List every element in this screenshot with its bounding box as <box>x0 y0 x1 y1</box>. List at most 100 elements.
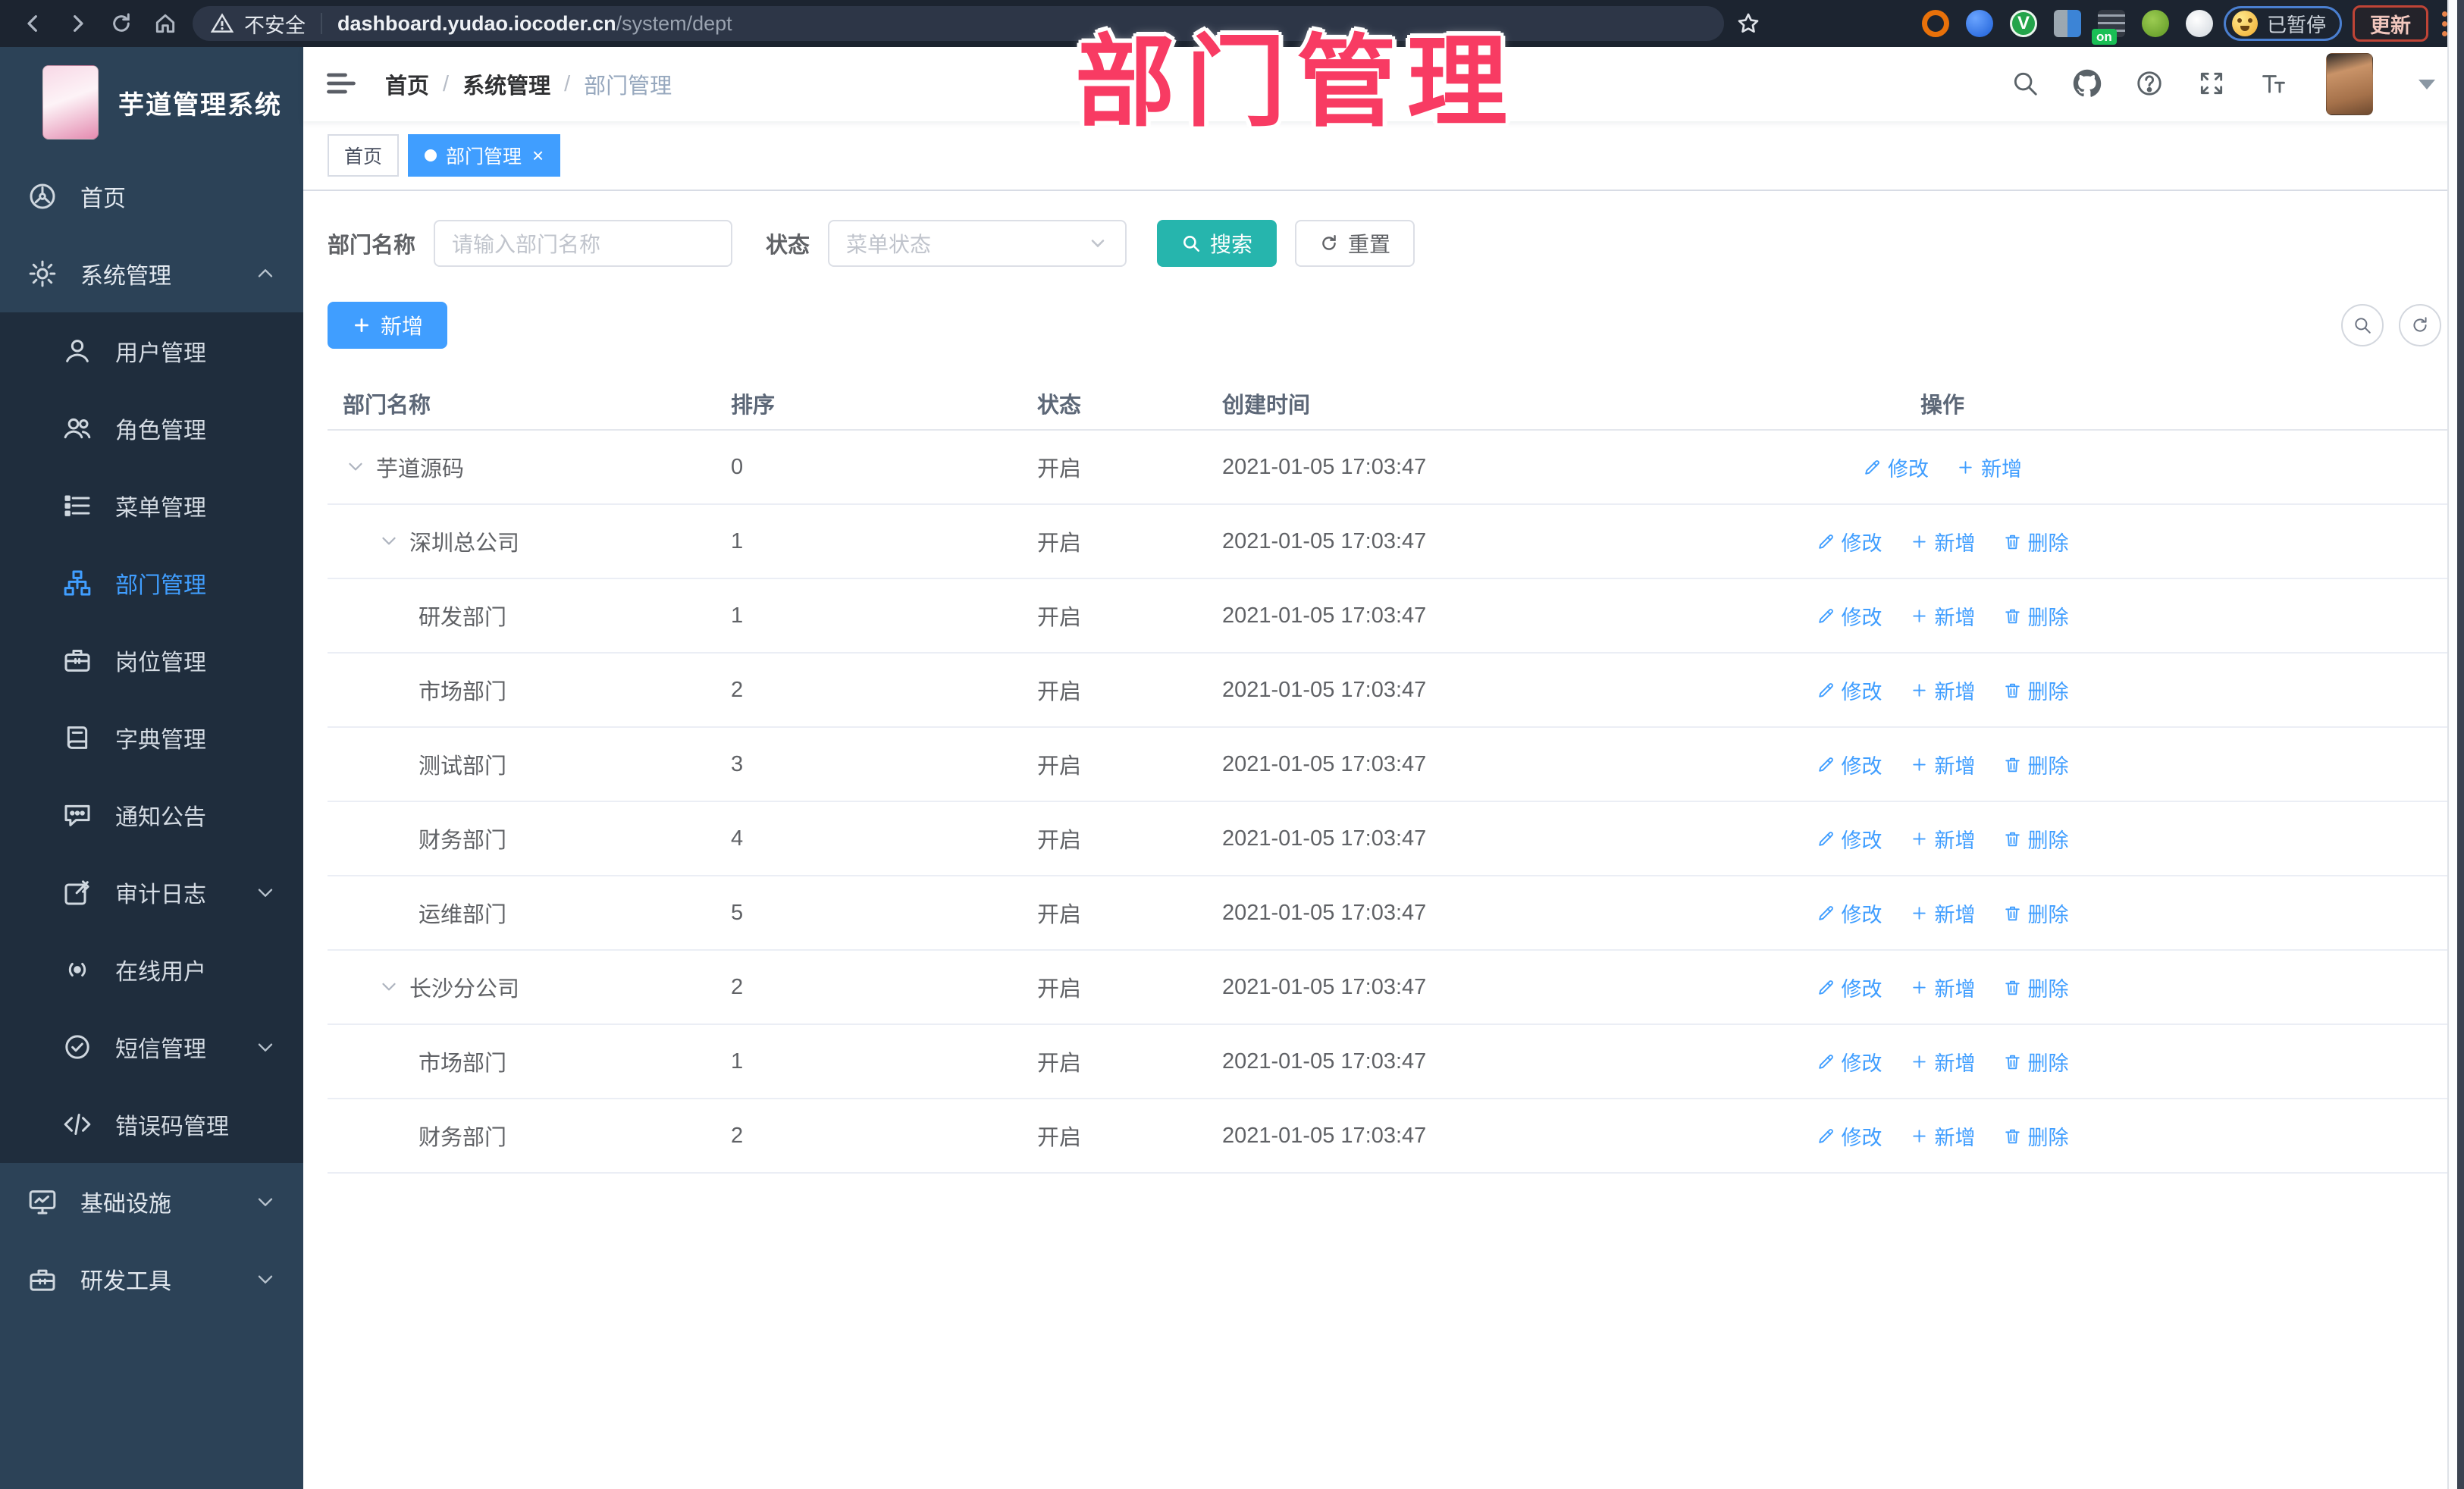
extension-green-check-icon[interactable]: V <box>2009 10 2037 37</box>
search-circle-icon[interactable] <box>2341 304 2384 346</box>
search-icon[interactable] <box>2011 69 2041 99</box>
sidebar-item-错误码管理[interactable]: 错误码管理 <box>0 1086 303 1163</box>
add-action-link[interactable]: 新增 <box>1910 898 1976 928</box>
delete-action-link[interactable]: 删除 <box>2003 1047 2069 1077</box>
edit-action-link[interactable]: 修改 <box>1817 527 1882 556</box>
delete-action-link[interactable]: 删除 <box>2003 601 2069 631</box>
breadcrumb-item[interactable]: 系统管理 <box>462 68 550 100</box>
search-button[interactable]: 搜索 <box>1157 220 1277 267</box>
sidebar-item-用户管理[interactable]: 用户管理 <box>0 312 303 390</box>
sidebar-item-角色管理[interactable]: 角色管理 <box>0 390 303 467</box>
add-action-link[interactable]: 新增 <box>1956 453 2022 482</box>
sidebar-item-审计日志[interactable]: 审计日志 <box>0 854 303 931</box>
edit-action-link[interactable]: 修改 <box>1817 1047 1882 1077</box>
close-icon[interactable]: × <box>532 146 544 165</box>
extension-paw-icon[interactable] <box>2185 10 2213 37</box>
app-logo[interactable]: 芋道管理系统 <box>0 47 303 158</box>
user-caret-icon[interactable] <box>2419 79 2435 89</box>
edit-action-link[interactable]: 修改 <box>1817 973 1882 1002</box>
sidebar-item-基础设施[interactable]: 基础设施 <box>0 1163 303 1240</box>
reload-icon[interactable] <box>105 7 138 40</box>
add-button[interactable]: 新增 <box>328 302 448 349</box>
sms-icon <box>62 1032 92 1062</box>
extension-notes-icon[interactable]: on <box>2091 10 2125 45</box>
delete-action-link[interactable]: 删除 <box>2003 527 2069 556</box>
created-time-cell: 2021-01-05 17:03:47 <box>1222 751 1427 776</box>
edit-icon <box>1817 681 1835 700</box>
expand-arrow-icon[interactable] <box>378 975 402 999</box>
edit-action-link[interactable]: 修改 <box>1817 601 1882 631</box>
sidebar-item-系统管理[interactable]: 系统管理 <box>0 235 303 312</box>
github-icon[interactable] <box>2073 69 2103 99</box>
edit-action-link[interactable]: 修改 <box>1817 824 1882 854</box>
dept-name-cell: 长沙分公司 <box>328 971 716 1003</box>
browser-menu-icon[interactable] <box>2442 11 2447 36</box>
delete-action-link[interactable]: 删除 <box>2003 676 2069 705</box>
plus-icon <box>1910 978 1929 997</box>
update-label: 更新 <box>2370 14 2411 37</box>
fullscreen-icon[interactable] <box>2197 69 2227 99</box>
hamburger-icon[interactable] <box>324 67 359 102</box>
back-icon[interactable] <box>17 7 50 40</box>
sidebar-item-字典管理[interactable]: 字典管理 <box>0 699 303 776</box>
sidebar-item-首页[interactable]: 首页 <box>0 158 303 235</box>
status-select[interactable]: 菜单状态 <box>828 220 1127 267</box>
expand-arrow-icon[interactable] <box>344 455 368 479</box>
add-action-link[interactable]: 新增 <box>1910 1121 1976 1151</box>
breadcrumb-item[interactable]: 首页 <box>385 68 429 100</box>
user-avatar[interactable] <box>2326 53 2373 115</box>
home-icon[interactable] <box>149 7 182 40</box>
delete-action-link[interactable]: 删除 <box>2003 750 2069 779</box>
scrollbar-thumb[interactable] <box>2457 0 2464 1489</box>
tab-首页[interactable]: 首页 <box>328 134 400 177</box>
table-row: 测试部门 3 开启 2021-01-05 17:03:47 修改 新增 删除 <box>328 728 2447 802</box>
dept-name-cell: 运维部门 <box>328 897 716 929</box>
edit-action-link[interactable]: 修改 <box>1817 898 1882 928</box>
window-scrollbar[interactable] <box>2447 0 2464 1489</box>
sidebar-item-部门管理[interactable]: 部门管理 <box>0 544 303 622</box>
help-icon[interactable] <box>2135 69 2165 99</box>
edit-action-link[interactable]: 修改 <box>1817 750 1882 779</box>
sidebar-item-岗位管理[interactable]: 岗位管理 <box>0 622 303 699</box>
sidebar-item-短信管理[interactable]: 短信管理 <box>0 1008 303 1086</box>
reset-button[interactable]: 重置 <box>1295 220 1415 267</box>
sidebar-item-菜单管理[interactable]: 菜单管理 <box>0 467 303 544</box>
sidebar-item-在线用户[interactable]: 在线用户 <box>0 931 303 1008</box>
delete-action-link[interactable]: 删除 <box>2003 898 2069 928</box>
edit-action-link[interactable]: 修改 <box>1817 1121 1882 1151</box>
add-action-link[interactable]: 新增 <box>1910 1047 1976 1077</box>
tab-部门管理[interactable]: 部门管理 × <box>408 134 561 177</box>
delete-action-link[interactable]: 删除 <box>2003 824 2069 854</box>
sidebar-item-研发工具[interactable]: 研发工具 <box>0 1240 303 1318</box>
add-action-link[interactable]: 新增 <box>1910 601 1976 631</box>
edit-action-link[interactable]: 修改 <box>1817 676 1882 705</box>
add-action-link[interactable]: 新增 <box>1910 973 1976 1002</box>
created-time-cell: 2021-01-05 17:03:47 <box>1222 1123 1427 1148</box>
add-action-link[interactable]: 新增 <box>1910 824 1976 854</box>
column-header-状态: 状态 <box>1037 393 1082 418</box>
edit-action-link[interactable]: 修改 <box>1863 453 1929 482</box>
add-action-link[interactable]: 新增 <box>1910 750 1976 779</box>
dept-name-cell: 测试部门 <box>328 748 716 780</box>
dept-name-cell: 市场部门 <box>328 674 716 706</box>
expand-arrow-icon[interactable] <box>378 529 402 553</box>
extension-spy-icon[interactable] <box>2141 10 2169 37</box>
column-header-排序: 排序 <box>731 393 776 418</box>
dept-name-input[interactable]: 请输入部门名称 <box>434 220 733 267</box>
sidebar-item-通知公告[interactable]: 通知公告 <box>0 776 303 854</box>
extension-blue-icon[interactable] <box>1965 10 1993 37</box>
delete-action-link[interactable]: 删除 <box>2003 1121 2069 1151</box>
browser-profile-chip[interactable]: 已暂停 <box>2223 6 2342 41</box>
sidebar-item-label: 系统管理 <box>80 264 171 289</box>
extension-orange-icon[interactable] <box>1921 10 1949 37</box>
add-action-link[interactable]: 新增 <box>1910 527 1976 556</box>
refresh-circle-icon[interactable] <box>2399 304 2441 346</box>
browser-update-button[interactable]: 更新 <box>2353 5 2428 42</box>
delete-action-link[interactable]: 删除 <box>2003 973 2069 1002</box>
sidebar-menu: 首页系统管理用户管理 角色管理 菜单管理 部门管理 岗位管理 字典管理 通知公告 审计日志 在线… <box>0 158 303 1318</box>
add-action-link[interactable]: 新增 <box>1910 676 1976 705</box>
font-size-icon[interactable] <box>2259 69 2290 99</box>
bookmark-star-icon[interactable] <box>1735 10 1762 37</box>
extension-grid-icon[interactable] <box>2053 10 2081 37</box>
forward-icon[interactable] <box>61 7 94 40</box>
